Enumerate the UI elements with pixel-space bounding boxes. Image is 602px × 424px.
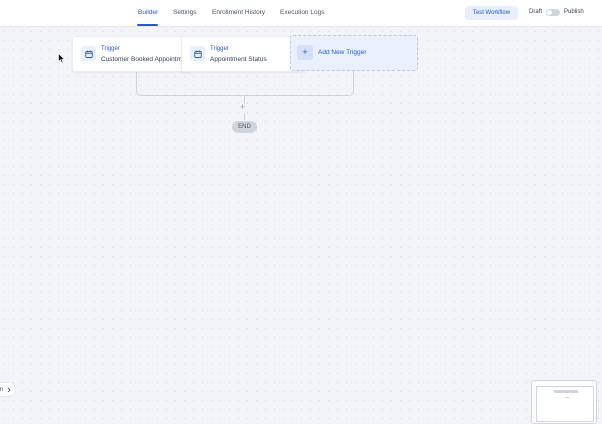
publish-label: Publish [564, 9, 584, 15]
side-panel-label: m [0, 386, 3, 393]
tab-execution-logs[interactable]: Execution Logs [280, 9, 324, 16]
tab-settings[interactable]: Settings [173, 9, 197, 16]
plus-icon: + [297, 45, 313, 60]
tab-builder[interactable]: Builder [138, 9, 158, 16]
top-navigation-bar: Builder Settings Enrollment History Exec… [0, 0, 602, 27]
add-trigger-label: Add New Trigger [318, 49, 367, 56]
calendar-icon [190, 46, 205, 61]
tab-enrollment-history[interactable]: Enrollment History [212, 9, 265, 16]
connector-line [244, 113, 245, 120]
trigger-title: Trigger [101, 46, 120, 52]
chevron-right-icon [7, 387, 11, 392]
minimap-viewport [536, 386, 594, 422]
trigger-card-customer-booked[interactable]: Trigger Customer Booked Appointment [72, 36, 192, 72]
minimap[interactable] [531, 380, 597, 424]
test-workflow-button[interactable]: Test Workflow [465, 6, 518, 20]
add-new-trigger-button[interactable]: + Add New Trigger [290, 35, 418, 71]
trigger-card-appointment-status[interactable]: Trigger Appointment Status [181, 36, 307, 72]
minimap-triggers [554, 390, 578, 393]
trigger-subtitle: Customer Booked Appointment [101, 56, 191, 63]
add-step-button[interactable]: + [240, 103, 245, 112]
calendar-icon [81, 46, 96, 61]
mouse-cursor-icon [58, 51, 65, 69]
end-node: END [232, 121, 257, 133]
active-tab-indicator [137, 24, 158, 26]
draft-label: Draft [529, 9, 543, 15]
minimap-end [565, 397, 569, 398]
trigger-title: Trigger [210, 46, 229, 52]
trigger-connector [136, 70, 354, 96]
trigger-subtitle: Appointment Status [210, 56, 267, 63]
toggle-knob [547, 10, 552, 15]
side-panel-toggle-button[interactable]: m [0, 382, 16, 397]
publish-toggle[interactable] [546, 9, 560, 16]
